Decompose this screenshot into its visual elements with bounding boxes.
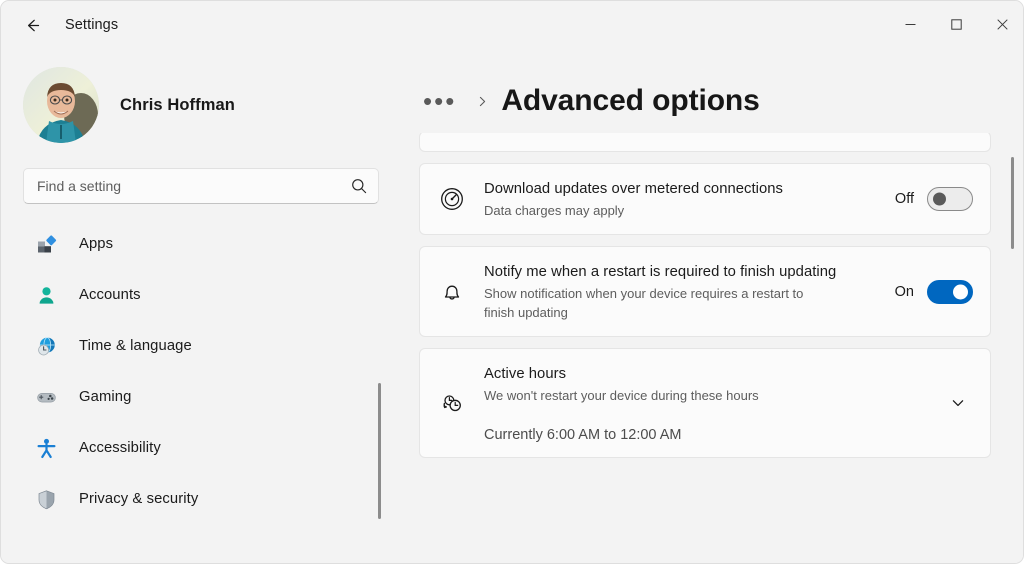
metered-connections-toggle[interactable]: [927, 187, 973, 211]
search-input[interactable]: [37, 178, 351, 194]
toggle-state-label: Off: [894, 191, 914, 207]
sidebar-item-label: Privacy & security: [79, 491, 199, 507]
partial-card-above[interactable]: [419, 133, 991, 152]
card-title: Active hours: [484, 366, 567, 382]
chevron-right-icon: [476, 95, 489, 108]
bell-icon: [438, 278, 466, 306]
sidebar-item-apps[interactable]: Apps: [23, 224, 395, 264]
apps-icon: [35, 233, 57, 255]
back-arrow-icon: [27, 19, 39, 31]
maximize-button[interactable]: [933, 1, 979, 47]
page-title: Advanced options: [501, 84, 760, 117]
sidebar-nav: Apps Accounts Time & language Gaming Acc…: [1, 224, 401, 519]
window-controls: [887, 1, 1023, 47]
avatar: [23, 67, 99, 143]
card-description: Show notification when your device requi…: [484, 286, 804, 320]
card-description: We won't restart your device during thes…: [484, 388, 759, 403]
toggle-state-label: On: [894, 283, 914, 300]
sidebar-item-accessibility[interactable]: Accessibility: [23, 428, 395, 468]
breadcrumb-overflow-button[interactable]: •••: [419, 88, 460, 114]
profile-section[interactable]: Chris Hoffman: [1, 49, 401, 143]
card-description: Data charges may apply: [484, 203, 625, 218]
title-bar: Settings: [1, 1, 1023, 49]
card-text-block: Notify me when a restart is required to …: [484, 247, 884, 336]
accounts-icon: [35, 284, 57, 306]
setting-card-restart-notification: Notify me when a restart is required to …: [419, 246, 991, 337]
sidebar-item-label: Apps: [79, 236, 114, 252]
toggle-knob: [933, 192, 946, 206]
settings-window: Settings Chris Hoffman Find a setting Ap…: [0, 0, 1024, 564]
toggle-knob: [953, 284, 968, 299]
main-content: ••• Advanced options Download updates ov…: [401, 49, 1023, 563]
privacy-security-icon: [35, 488, 57, 510]
sidebar-item-time-language[interactable]: Time & language: [23, 326, 395, 366]
toggle-group: Off: [894, 187, 973, 211]
speedometer-icon: [438, 185, 466, 213]
back-button[interactable]: [15, 8, 49, 42]
sidebar: Chris Hoffman Find a setting Apps Accoun…: [1, 49, 401, 563]
minimize-icon: [905, 23, 915, 25]
close-icon: [996, 18, 1008, 30]
sidebar-item-label: Accessibility: [79, 440, 161, 456]
search-box[interactable]: [23, 168, 379, 204]
minimize-button[interactable]: [887, 1, 933, 47]
user-avatar-photo: [23, 67, 99, 143]
active-hours-current-range: Currently 6:00 AM to 12:00 AM: [484, 427, 682, 443]
sidebar-item-privacy-security[interactable]: Privacy & security: [23, 479, 395, 519]
restart-notification-toggle[interactable]: [927, 279, 973, 304]
sidebar-item-label: Gaming: [79, 389, 132, 405]
sidebar-item-accounts[interactable]: Accounts: [23, 275, 395, 315]
card-text-block: Download updates over metered connection…: [484, 164, 884, 234]
card-title: Download updates over metered connection…: [484, 181, 783, 197]
active-hours-clock-icon: [438, 389, 466, 417]
card-title: Notify me when a restart is required to …: [484, 264, 837, 280]
sidebar-item-gaming[interactable]: Gaming: [23, 377, 395, 417]
sidebar-item-label: Time & language: [79, 338, 192, 354]
setting-card-active-hours[interactable]: Active hours We won't restart your devic…: [419, 348, 991, 458]
time-language-icon: [35, 335, 57, 357]
chevron-down-icon[interactable]: [943, 388, 973, 418]
sidebar-item-label: Accounts: [79, 287, 141, 303]
card-text-block: Active hours We won't restart your devic…: [484, 349, 933, 457]
titlebar-label: Settings: [65, 17, 119, 33]
search-icon[interactable]: [351, 178, 367, 194]
profile-name: Chris Hoffman: [120, 95, 235, 114]
gaming-icon: [35, 386, 57, 408]
setting-card-metered-connections: Download updates over metered connection…: [419, 163, 991, 235]
sidebar-scrollbar-thumb[interactable]: [378, 383, 381, 519]
close-button[interactable]: [979, 1, 1023, 47]
breadcrumb: ••• Advanced options: [401, 49, 1023, 125]
maximize-icon: [950, 18, 962, 30]
main-scrollbar-thumb[interactable]: [1011, 157, 1014, 249]
accessibility-icon: [35, 437, 57, 459]
settings-card-list: Download updates over metered connection…: [401, 133, 1023, 563]
toggle-group: On: [894, 279, 973, 304]
